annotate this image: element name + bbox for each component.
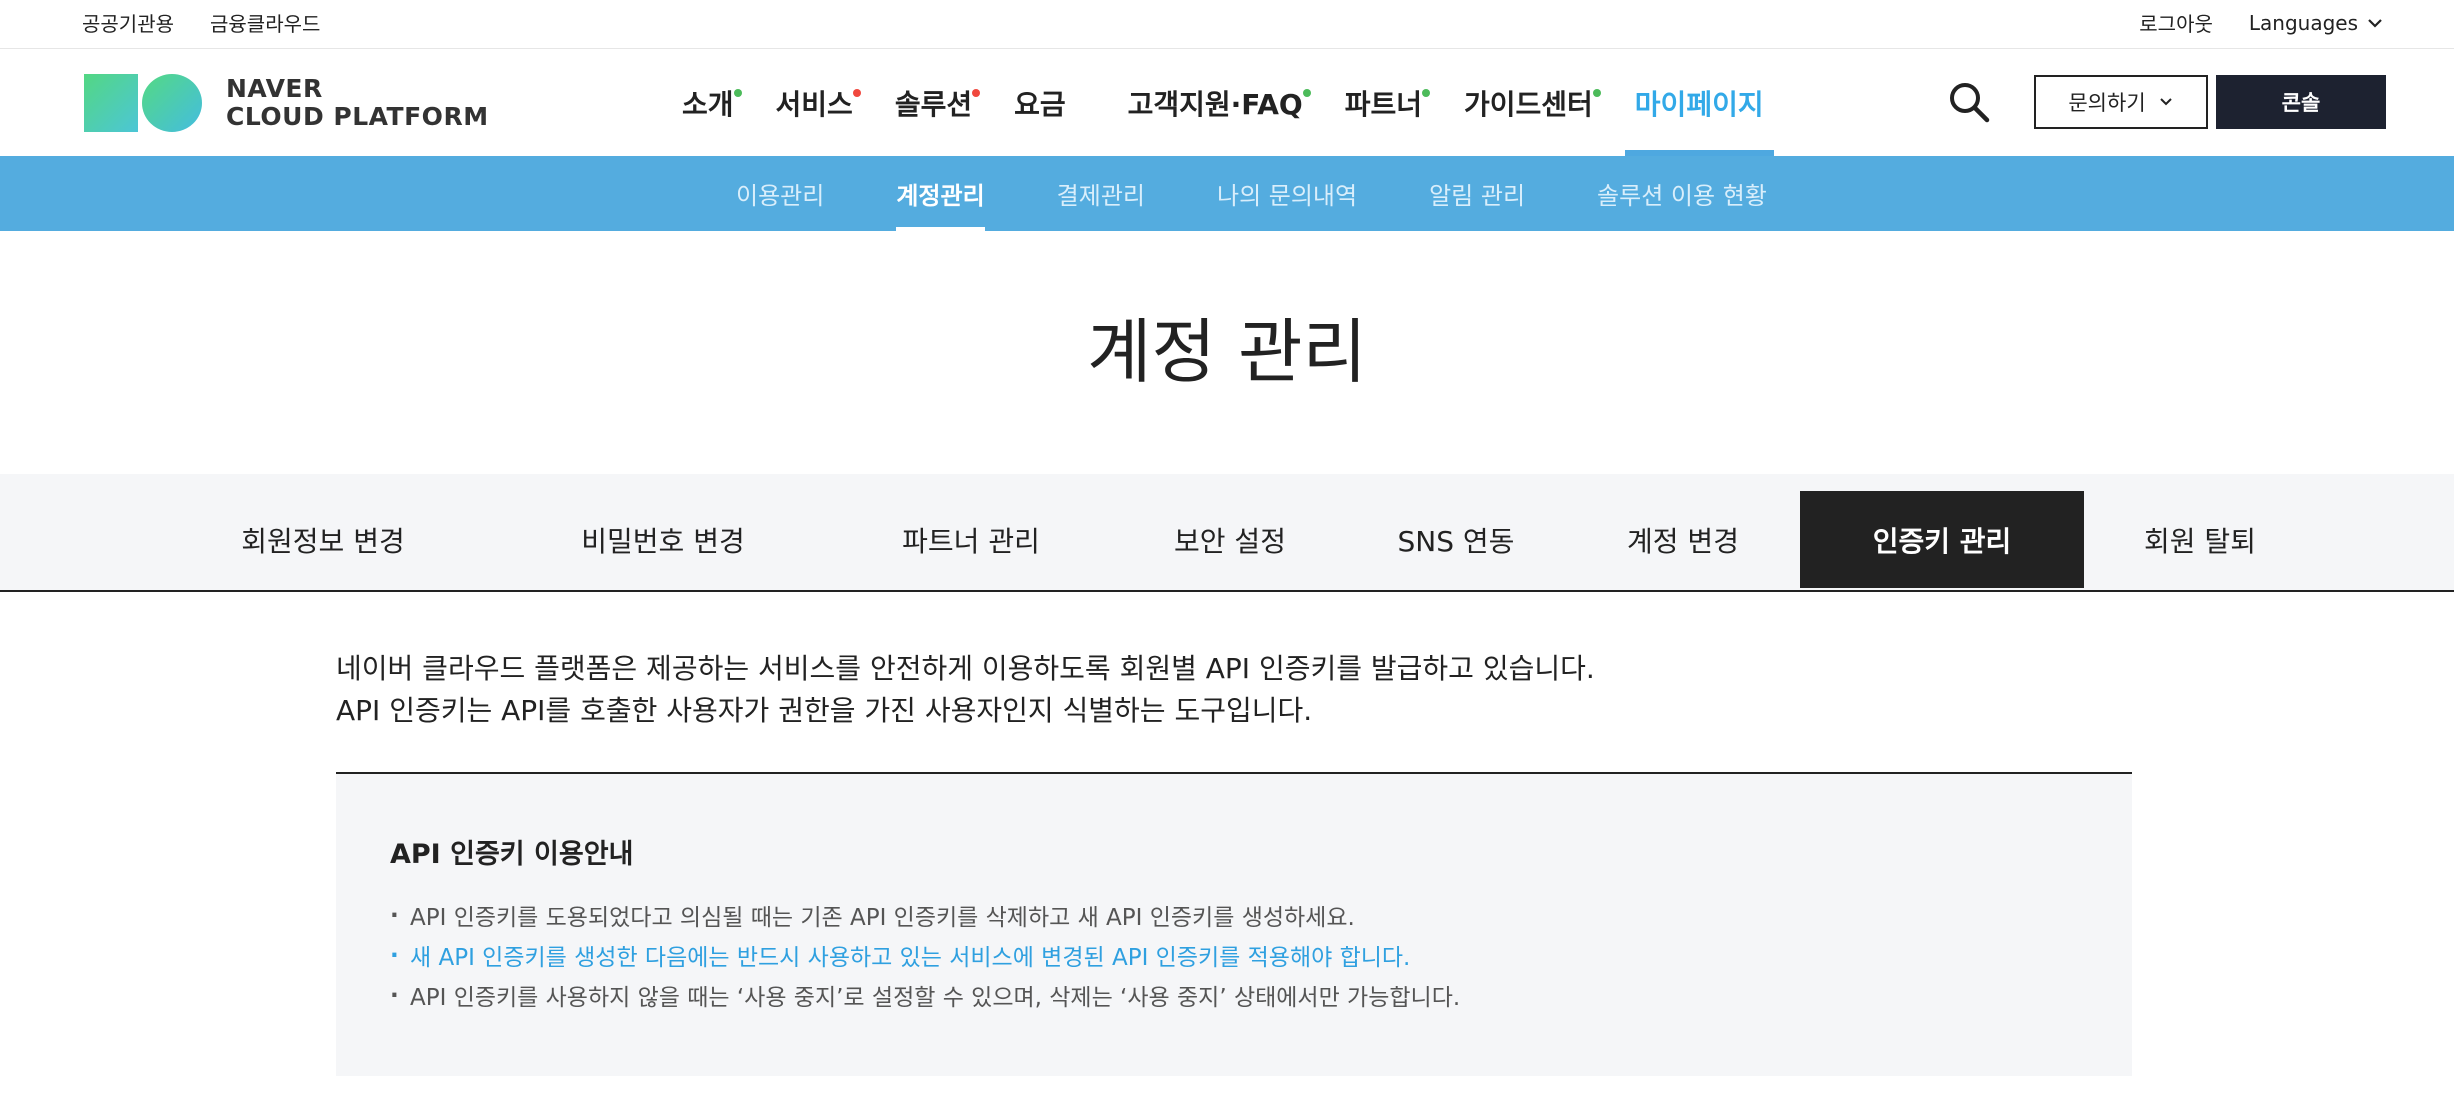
chevron-down-icon [2159,98,2172,106]
languages-selector[interactable]: Languages [2249,11,2384,35]
gnb-item-services[interactable]: 서비스 [766,49,863,156]
gnb-item-pricing[interactable]: 요금 [1004,49,1076,156]
sub-nav-usage[interactable]: 이용관리 [736,156,824,231]
search-button[interactable] [1946,79,1992,125]
global-nav: 소개 서비스 솔루션 요금 고객지원·FAQ 파트너 가이드센터 마이페이지 [672,49,1774,156]
utility-left-links: 공공기관용 금융클라우드 [82,8,320,37]
tab-account-change[interactable]: 계정 변경 [1610,491,1756,588]
finance-cloud-link[interactable]: 금융클라우드 [210,8,320,37]
tab-member-info[interactable]: 회원정보 변경 [226,491,420,588]
guide-item-highlight: 새 API 인증키를 생성한 다음에는 반드시 사용하고 있는 서비스에 변경된… [390,936,1460,978]
api-key-guide: API 인증키 이용안내 API 인증키를 도용되었다고 의심될 때는 기존 A… [336,772,2132,1076]
utility-right-links: 로그아웃 Languages [2139,8,2384,37]
page-title: 계정 관리 [1087,311,1367,393]
tab-withdraw[interactable]: 회원 탈퇴 [2128,491,2272,588]
account-tabs: 회원정보 변경 비밀번호 변경 파트너 관리 보안 설정 SNS 연동 계정 변… [0,474,2454,592]
sub-nav-notifications[interactable]: 알림 관리 [1429,156,1525,231]
tab-partner[interactable]: 파트너 관리 [886,491,1056,588]
gnb-item-mypage[interactable]: 마이페이지 [1624,49,1774,156]
gnb-item-partner[interactable]: 파트너 [1335,49,1432,156]
contact-button[interactable]: 문의하기 [2034,75,2208,129]
intro-line: API 인증키는 API를 호출한 사용자가 권한을 가진 사용자인지 식별하는… [336,694,1313,727]
tab-auth-key[interactable]: 인증키 관리 [1800,491,2084,588]
main-header: NAVER CLOUD PLATFORM 소개 서비스 솔루션 요금 고객지원·… [0,49,2454,156]
logo-mark-icon [84,74,202,132]
tab-security[interactable]: 보안 설정 [1160,491,1300,588]
gnb-item-guide-center[interactable]: 가이드센터 [1454,49,1603,156]
gnb-item-solutions[interactable]: 솔루션 [885,49,982,156]
sub-nav-solution-usage[interactable]: 솔루션 이용 현황 [1597,156,1767,231]
sub-nav-billing[interactable]: 결제관리 [1057,156,1145,231]
gnb-item-intro[interactable]: 소개 [672,49,744,156]
guide-item: API 인증키를 도용되었다고 의심될 때는 기존 API 인증키를 삭제하고 … [390,896,1460,938]
guide-list: API 인증키를 도용되었다고 의심될 때는 기존 API 인증키를 삭제하고 … [390,896,1460,1018]
gnb-item-support-faq[interactable]: 고객지원·FAQ [1118,49,1313,156]
chevron-down-icon [2368,18,2382,28]
sub-nav: 이용관리 계정관리 결제관리 나의 문의내역 알림 관리 솔루션 이용 현황 [0,156,2454,231]
sub-nav-my-inquiries[interactable]: 나의 문의내역 [1217,156,1357,231]
logo-wordmark: NAVER CLOUD PLATFORM [226,74,489,131]
guide-title: API 인증키 이용안내 [390,839,634,870]
languages-label: Languages [2248,10,2358,35]
sub-nav-account[interactable]: 계정관리 [896,156,985,231]
console-button[interactable]: 콘솔 [2216,75,2386,129]
guide-item: API 인증키를 사용하지 않을 때는 ‘사용 중지’로 설정할 수 있으며, … [390,976,1460,1018]
tab-sns[interactable]: SNS 연동 [1386,491,1526,588]
intro-text: 네이버 클라우드 플랫폼은 제공하는 서비스를 안전하게 이용하도록 회원별 A… [336,648,1595,732]
search-icon [1950,83,1990,123]
intro-line: 네이버 클라우드 플랫폼은 제공하는 서비스를 안전하게 이용하도록 회원별 A… [336,652,1595,685]
public-institution-link[interactable]: 공공기관용 [82,8,174,37]
logout-link[interactable]: 로그아웃 [2139,8,2213,37]
tab-password[interactable]: 비밀번호 변경 [566,491,760,588]
utility-bar: 공공기관용 금융클라우드 로그아웃 Languages [0,0,2454,49]
naver-cloud-logo[interactable]: NAVER CLOUD PLATFORM [84,74,489,132]
